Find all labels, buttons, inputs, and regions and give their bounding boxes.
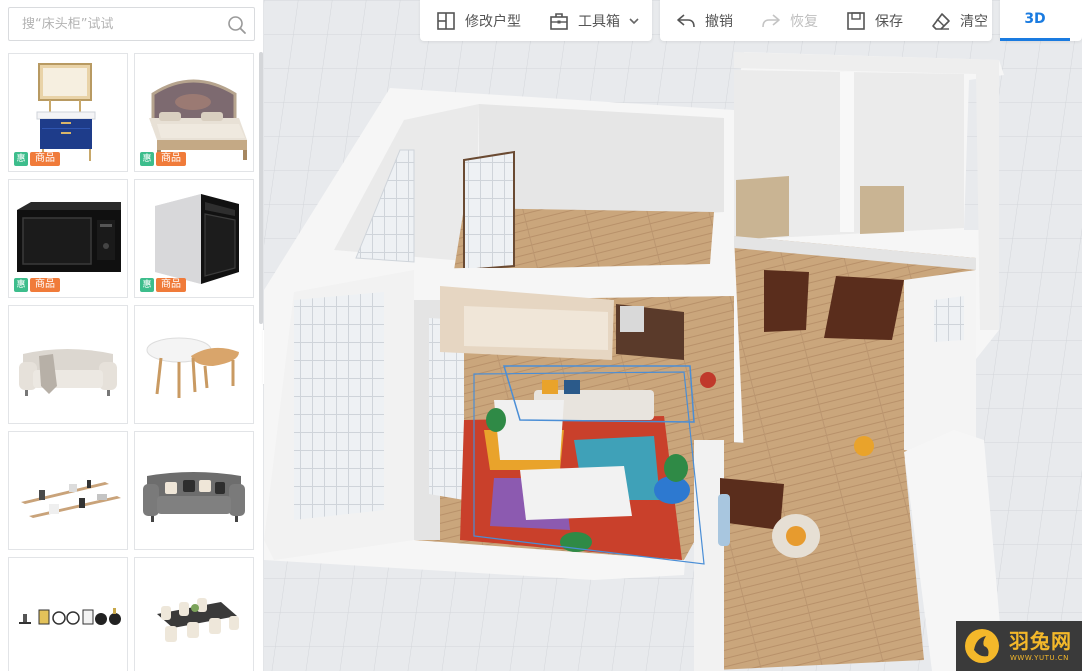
catalog-item-sofa-with-throw[interactable] — [8, 305, 128, 424]
catalog-item-shelf-decor[interactable] — [8, 557, 128, 671]
undo-label: 撤销 — [705, 13, 733, 30]
promo-tag: 惠 商品 — [140, 151, 186, 167]
plant-2 — [486, 408, 506, 432]
closet-floor — [736, 176, 789, 240]
hallway-window — [934, 296, 964, 342]
catalog-item-coffee-tables[interactable] — [134, 305, 254, 424]
hall-lamp — [854, 436, 874, 456]
shelf-decor-thumbnail — [19, 608, 121, 625]
bedroom-door-1 — [764, 270, 809, 332]
edit-floorplan-label: 修改户型 — [465, 13, 521, 30]
hallway-right-wall — [904, 270, 976, 460]
toolbox-icon — [550, 12, 568, 30]
product-tag-label: 商品 — [30, 152, 60, 166]
catalog-item-double-bed[interactable]: 惠 商品 — [134, 53, 254, 172]
coffee-table-1 — [520, 466, 632, 520]
partition-wall — [840, 72, 854, 232]
catalog-item-microwave-oven[interactable]: 惠 商品 — [8, 179, 128, 298]
promo-tag: 惠 商品 — [14, 277, 60, 293]
save-label: 保存 — [875, 13, 903, 30]
dining-set-thumbnail — [157, 598, 239, 642]
closet-floor-2 — [860, 186, 904, 234]
fruit-bowl — [786, 526, 806, 546]
toolbar-history: 撤销 恢复 保存 清空 — [660, 0, 992, 41]
yutu-logo-icon — [965, 629, 999, 663]
dining-table — [494, 400, 564, 460]
save-icon — [847, 11, 865, 30]
bedroom-door-2 — [824, 276, 904, 340]
bathroom-floor — [694, 440, 924, 671]
discount-icon: 惠 — [140, 278, 154, 292]
save-button[interactable]: 保存 — [830, 0, 915, 41]
bathroom-wall — [694, 440, 724, 671]
catalog-item-built-in-oven[interactable]: 惠 商品 — [134, 179, 254, 298]
plant — [664, 454, 688, 482]
watermark-title: 羽兔网 — [1009, 629, 1072, 653]
discount-icon: 惠 — [14, 152, 28, 166]
cushion-2 — [564, 380, 580, 394]
floorplan-3d-scene[interactable] — [264, 0, 1082, 671]
search-input[interactable] — [9, 8, 219, 40]
clear-label: 清空 — [960, 13, 988, 30]
gray-sofa-thumbnail — [143, 472, 245, 522]
catalog-panel: 惠 商品 惠 商品 惠 — [0, 0, 264, 671]
undo-button[interactable]: 撤销 — [660, 0, 745, 41]
catalog-item-gray-sofa[interactable] — [134, 431, 254, 550]
catalog-item-bathroom-vanity[interactable]: 惠 商品 — [8, 53, 128, 172]
fridge — [620, 306, 644, 332]
toolbox-label: 工具箱 — [578, 13, 620, 30]
floorplan-icon — [437, 11, 455, 30]
redo-label: 恢复 — [790, 13, 818, 30]
kitchen-cabinet-doors — [464, 306, 608, 350]
discount-icon: 惠 — [14, 278, 28, 292]
wall-shelves-thumbnail — [21, 480, 121, 518]
chevron-down-icon — [629, 17, 639, 24]
discount-icon: 惠 — [140, 152, 154, 166]
3d-viewport[interactable] — [264, 0, 1082, 671]
promo-tag: 惠 商品 — [140, 277, 186, 293]
side-table — [700, 372, 716, 388]
hall-bench — [718, 494, 730, 546]
product-tag-label: 商品 — [30, 278, 60, 292]
living-left-window — [294, 292, 384, 520]
edit-floorplan-button[interactable]: 修改户型 — [420, 0, 533, 41]
eraser-icon — [932, 12, 950, 30]
search-box[interactable] — [8, 7, 255, 41]
clear-button[interactable]: 清空 — [915, 0, 1000, 41]
catalog-item-wall-shelves[interactable] — [8, 431, 128, 550]
toolbox-dropdown[interactable]: 工具箱 — [533, 0, 652, 41]
tab-3d-view[interactable]: 3D — [1000, 0, 1070, 41]
top-room-backwall — [479, 104, 724, 226]
product-tag-label: 商品 — [156, 152, 186, 166]
search-icon[interactable] — [227, 15, 247, 35]
top-room-window — [463, 150, 515, 272]
sofa-with-throw-thumbnail — [19, 349, 117, 396]
cushion-1 — [542, 380, 558, 394]
catalog-scrollbar[interactable] — [259, 52, 263, 324]
site-watermark: 羽兔网 WWW.YUTU.CN — [956, 621, 1082, 671]
catalog-item-dining-set[interactable] — [134, 557, 254, 671]
promo-tag: 惠 商品 — [14, 151, 60, 167]
redo-button[interactable]: 恢复 — [745, 0, 830, 41]
coffee-tables-thumbnail — [146, 337, 239, 398]
toolbar-edit: 修改户型 工具箱 — [420, 0, 652, 41]
watermark-url: WWW.YUTU.CN — [1010, 654, 1069, 662]
product-tag-label: 商品 — [156, 278, 186, 292]
redo-icon — [762, 13, 780, 27]
undo-icon — [677, 13, 695, 27]
